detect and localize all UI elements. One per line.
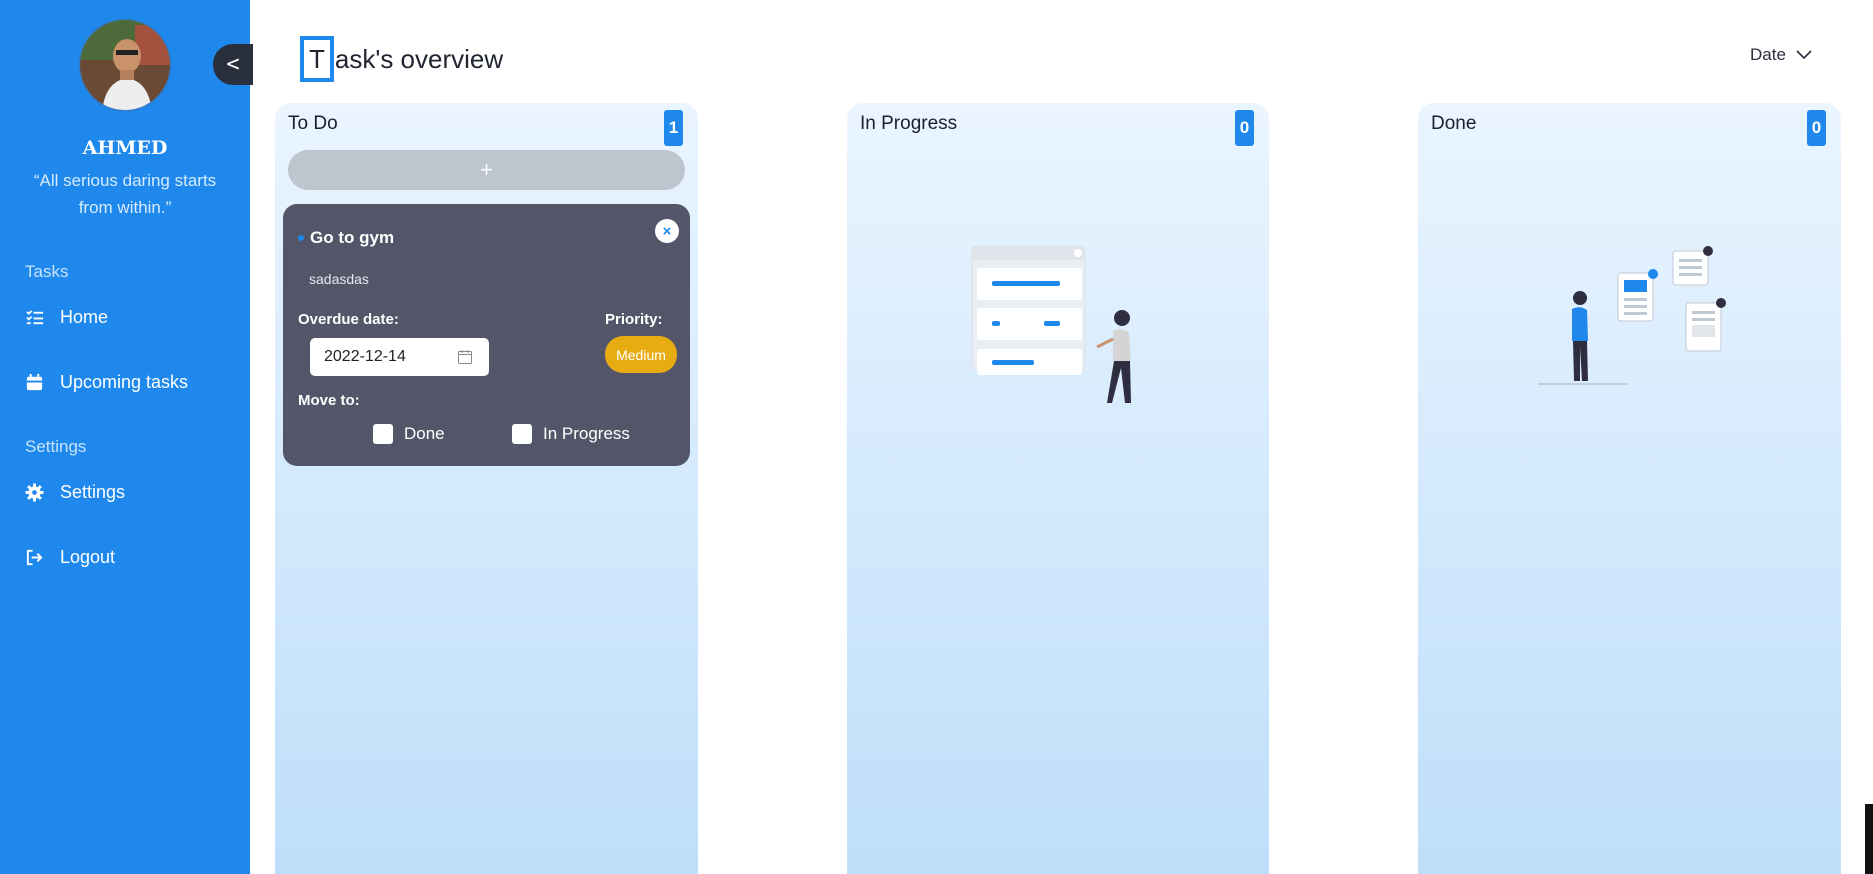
user-name: AHMED (82, 137, 168, 159)
page-title-rest: ask's overview (334, 43, 504, 74)
sidebar-item-label: Logout (60, 546, 116, 567)
task-title: Go to gym (298, 228, 394, 248)
column-title: To Do (288, 113, 338, 134)
empty-in-progress-illustration (971, 245, 1131, 403)
sidebar-item-label: Home (60, 306, 109, 327)
move-in-progress-checkbox[interactable] (512, 424, 532, 444)
task-description: sadasdas (309, 271, 369, 287)
sort-dropdown[interactable]: Date (1750, 45, 1812, 65)
section-label-settings: Settings (25, 437, 87, 456)
column-title: In Progress (860, 113, 958, 134)
sidebar-item-logout[interactable]: Logout (25, 542, 115, 572)
sidebar-item-settings[interactable]: Settings (25, 477, 125, 507)
sidebar-item-label: Settings (60, 481, 126, 502)
sidebar-collapse-button[interactable]: < (213, 44, 253, 85)
gear-icon (25, 482, 44, 502)
task-title-text: Go to gym (310, 228, 395, 247)
add-task-button[interactable]: + (288, 150, 685, 190)
move-option-label: In Progress (543, 424, 630, 443)
avatar[interactable] (78, 18, 172, 112)
chevron-down-icon (1796, 50, 1812, 60)
user-quote: “All serious daring starts from within.” (33, 171, 217, 217)
task-card: Go to gym × sadasdas Overdue date: 2022-… (283, 204, 690, 466)
page-title: T ask's overview (300, 36, 503, 82)
list-check-icon (26, 309, 44, 324)
column-count-badge: 0 (1235, 110, 1254, 146)
bullet-icon (298, 235, 304, 241)
column-todo: To Do 1 + Go to gym × sadasdas Overdue d… (275, 103, 698, 874)
close-task-button[interactable]: × (655, 219, 679, 243)
move-to-label: Move to: (298, 392, 360, 409)
scrollbar[interactable] (1865, 804, 1873, 874)
column-done: Done 0 (1418, 103, 1841, 874)
due-date-label: Overdue date: (298, 311, 399, 328)
sidebar-item-upcoming-tasks[interactable]: Upcoming tasks (25, 367, 188, 397)
page-title-first-letter: T (300, 36, 334, 82)
calendar-icon (26, 373, 43, 390)
section-label-tasks: Tasks (25, 262, 69, 281)
column-count-badge: 1 (664, 110, 683, 146)
priority-label: Priority: (605, 311, 663, 328)
sort-label: Date (1750, 45, 1786, 64)
move-done-checkbox[interactable] (373, 424, 393, 444)
priority-badge[interactable]: Medium (605, 336, 677, 373)
move-option-label: Done (404, 424, 445, 443)
sidebar: AHMED “All serious daring starts from wi… (0, 0, 250, 874)
move-option-done[interactable]: Done (373, 424, 445, 444)
sidebar-item-label: Upcoming tasks (60, 371, 189, 392)
column-title: Done (1431, 113, 1477, 134)
due-date-input[interactable]: 2022-12-14 (310, 338, 489, 376)
calendar-icon[interactable] (457, 349, 473, 365)
column-in-progress: In Progress 0 (847, 103, 1269, 874)
column-count-badge: 0 (1807, 110, 1826, 146)
due-date-value: 2022-12-14 (324, 348, 406, 365)
logout-icon (26, 549, 43, 565)
move-option-in-progress[interactable]: In Progress (512, 424, 630, 444)
sidebar-item-home[interactable]: Home (25, 302, 108, 332)
